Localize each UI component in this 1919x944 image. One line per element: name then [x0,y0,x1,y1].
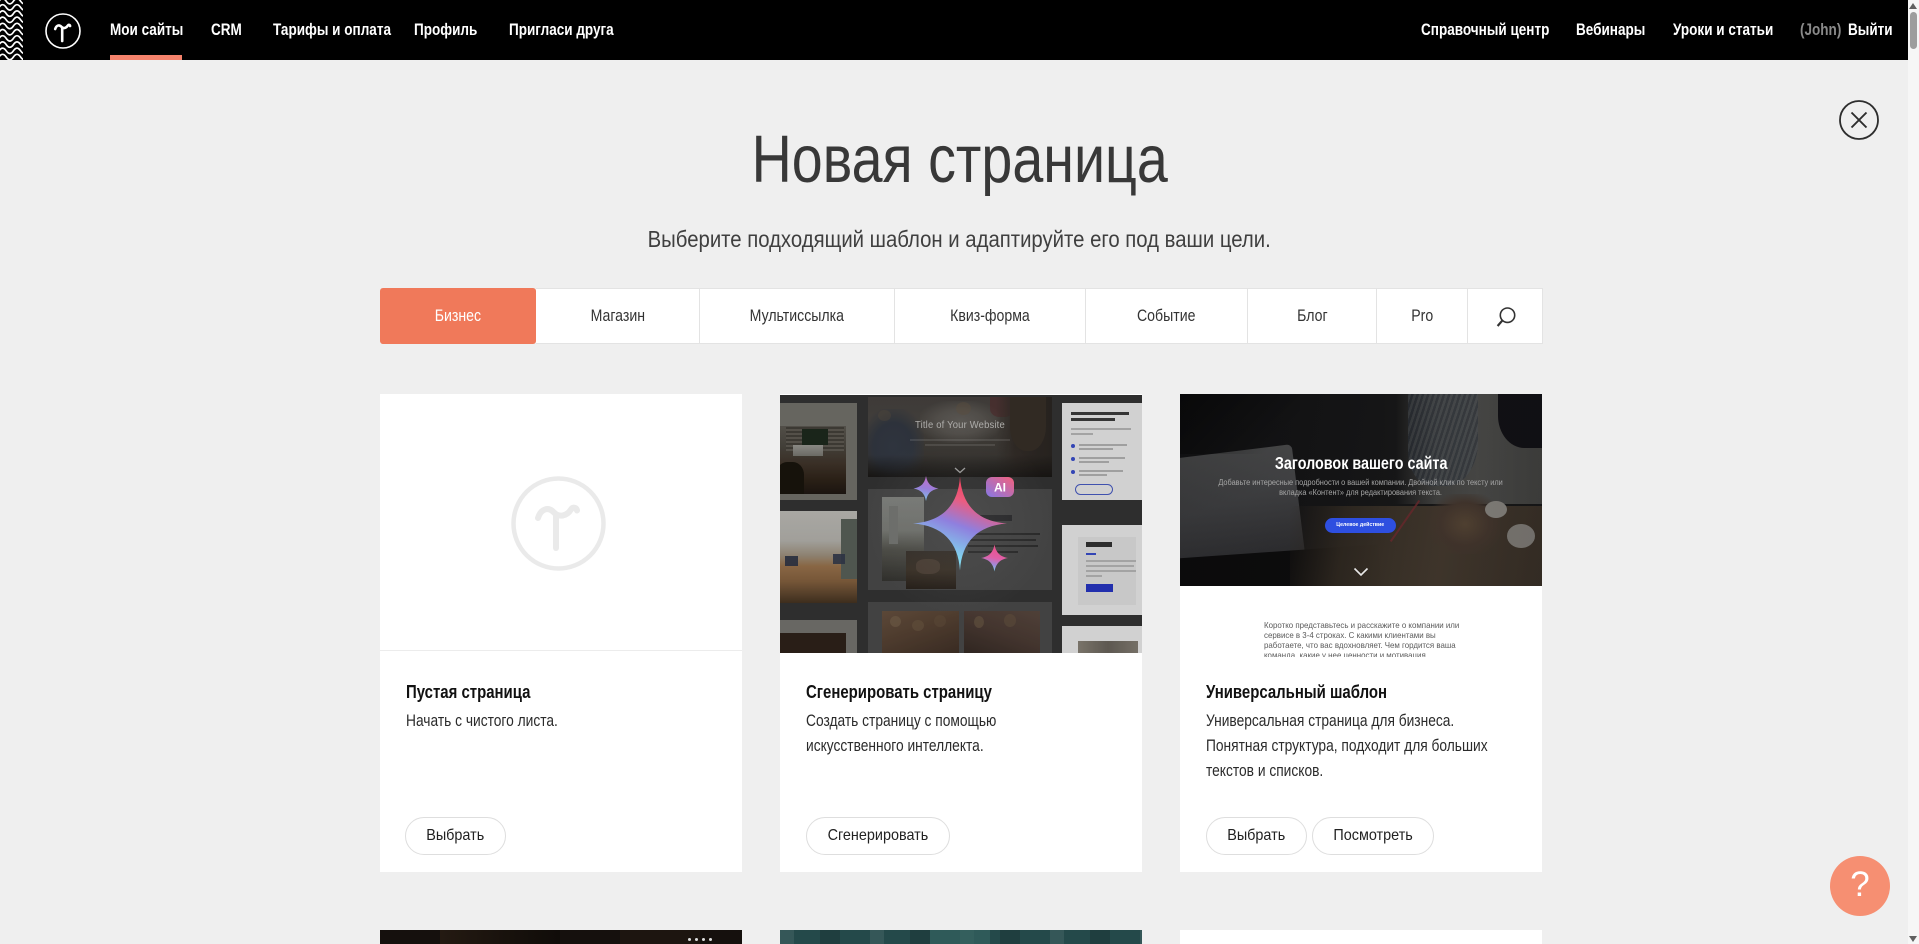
svg-text:AI: AI [994,481,1006,495]
